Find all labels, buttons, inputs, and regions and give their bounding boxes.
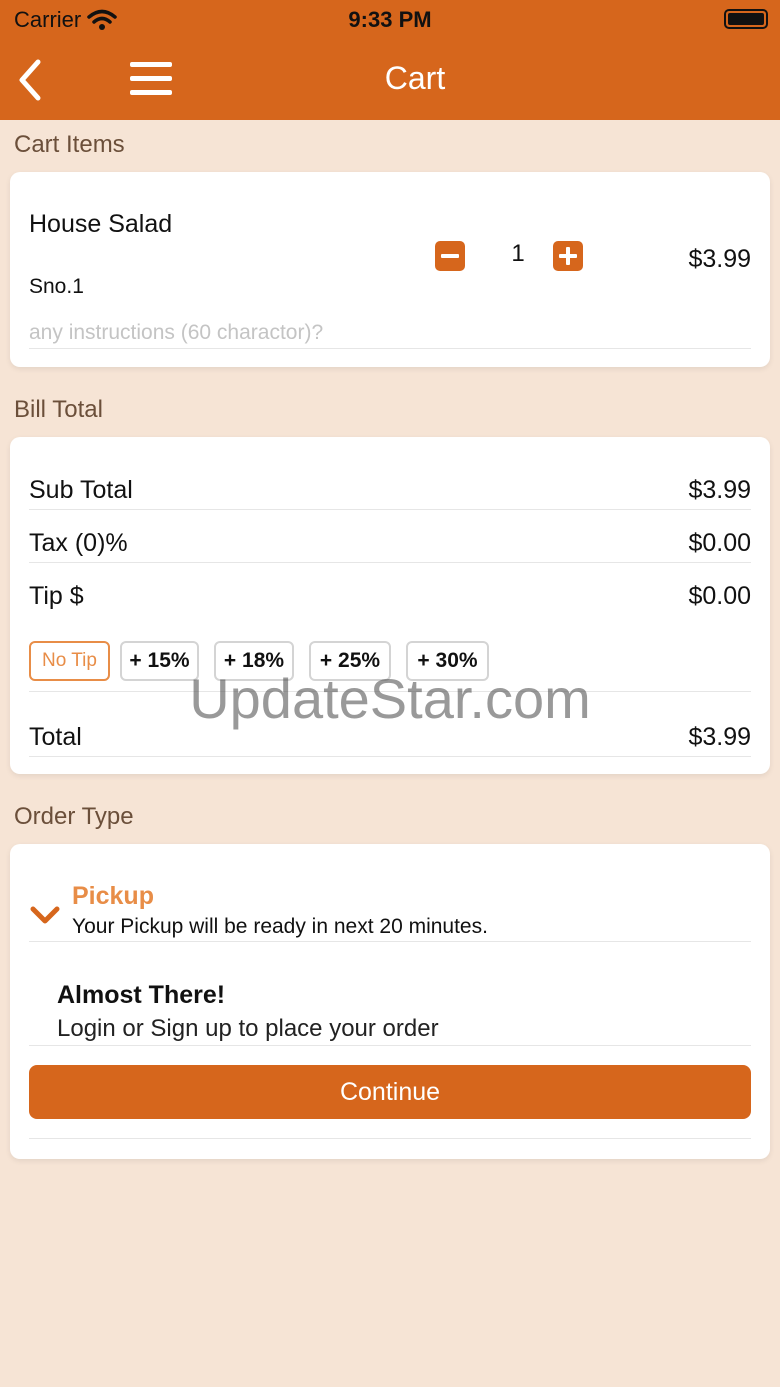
divider <box>29 1138 751 1139</box>
tip-option-18[interactable]: + 18% <box>214 641 294 681</box>
minus-icon <box>441 254 459 258</box>
bill-total-label: Bill Total <box>14 396 103 423</box>
tip-option-no-tip[interactable]: No Tip <box>29 641 110 681</box>
order-type-label: Order Type <box>14 803 134 830</box>
login-message: Login or Sign up to place your order <box>57 1015 439 1042</box>
battery-icon <box>724 9 768 29</box>
divider <box>29 1045 751 1046</box>
pickup-description: Your Pickup will be ready in next 20 min… <box>72 915 488 938</box>
navigation-bar: Carrier 9:33 PM Cart <box>0 0 780 120</box>
status-time: 9:33 PM <box>348 7 432 32</box>
chevron-down-icon[interactable] <box>30 900 60 930</box>
page-title: Cart <box>384 60 446 96</box>
tip-option-15[interactable]: + 15% <box>120 641 199 681</box>
tax-label: Tax (0)% <box>29 529 128 557</box>
total-value: $3.99 <box>688 723 751 751</box>
instructions-input[interactable] <box>29 317 751 349</box>
tip-label: Tip $ <box>29 582 84 610</box>
pickup-title[interactable]: Pickup <box>72 882 154 911</box>
sub-total-row: Sub Total $3.99 <box>29 470 751 510</box>
tip-value: $0.00 <box>688 582 751 610</box>
bill-total-card: Sub Total $3.99 Tax (0)% $0.00 Tip $ $0.… <box>10 437 770 774</box>
continue-button[interactable]: Continue <box>29 1065 751 1119</box>
item-name: House Salad <box>29 210 173 238</box>
almost-there-title: Almost There! <box>57 981 226 1009</box>
total-row: Total $3.99 <box>29 717 751 757</box>
sub-total-label: Sub Total <box>29 476 133 504</box>
order-type-card: Pickup Your Pickup will be ready in next… <box>10 844 770 1159</box>
tip-row: Tip $ $0.00 <box>29 576 751 616</box>
tip-option-25[interactable]: + 25% <box>309 641 391 681</box>
tax-row: Tax (0)% $0.00 <box>29 523 751 563</box>
sub-total-value: $3.99 <box>688 476 751 504</box>
divider <box>29 941 751 942</box>
quantity-value: 1 <box>511 240 525 267</box>
item-sno: Sno.1 <box>29 275 84 298</box>
cart-item-card: House Salad Sno.1 1 $3.99 <box>10 172 770 367</box>
item-price: $3.99 <box>688 245 751 273</box>
total-label: Total <box>29 723 82 751</box>
decrease-quantity-button[interactable] <box>435 241 465 271</box>
tip-option-30[interactable]: + 30% <box>406 641 489 681</box>
increase-quantity-button[interactable] <box>553 241 583 271</box>
cart-items-label: Cart Items <box>14 131 125 158</box>
tax-value: $0.00 <box>688 529 751 557</box>
divider <box>29 691 751 692</box>
